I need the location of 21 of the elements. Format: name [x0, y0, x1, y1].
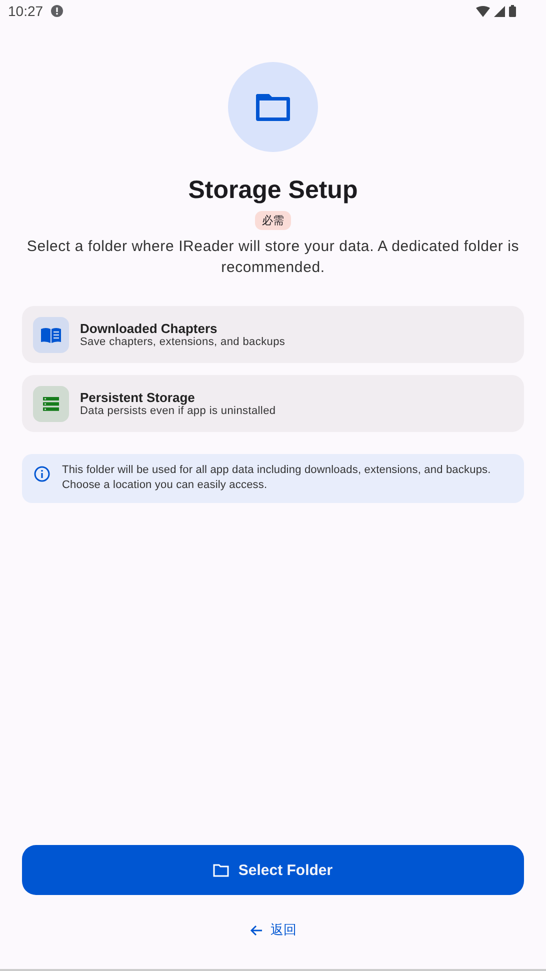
feature-title: Persistent Storage [80, 390, 196, 405]
back-link[interactable]: 返回 [246, 919, 300, 941]
description: Select a folder where IReader will store your data. A dedicated folder is recommended. [26, 237, 520, 278]
book-icon [41, 326, 61, 342]
battery-icon [509, 5, 516, 17]
folder-icon [213, 864, 230, 876]
required-badge: 必需 [255, 211, 291, 230]
info-icon [34, 466, 50, 482]
status-time: 10:27 [8, 3, 44, 19]
feature-subtitle: Data persists even if app is uninstalled [80, 405, 276, 417]
arrow-left-icon [250, 924, 262, 936]
alert-icon [51, 5, 64, 17]
wifi-icon [476, 6, 490, 16]
select-folder-button[interactable]: Select Folder [22, 845, 524, 895]
folder-icon [255, 92, 291, 122]
feature-subtitle: Save chapters, extensions, and backups [80, 336, 286, 348]
signal-icon [494, 6, 505, 16]
page-title: Storage Setup [188, 176, 358, 205]
info-text: This folder will be used for all app data including downloads, extensions, and backups. Choose a location you can easily access. [62, 463, 492, 493]
storage-icon [43, 396, 59, 410]
feature-title: Downloaded Chapters [80, 321, 218, 336]
